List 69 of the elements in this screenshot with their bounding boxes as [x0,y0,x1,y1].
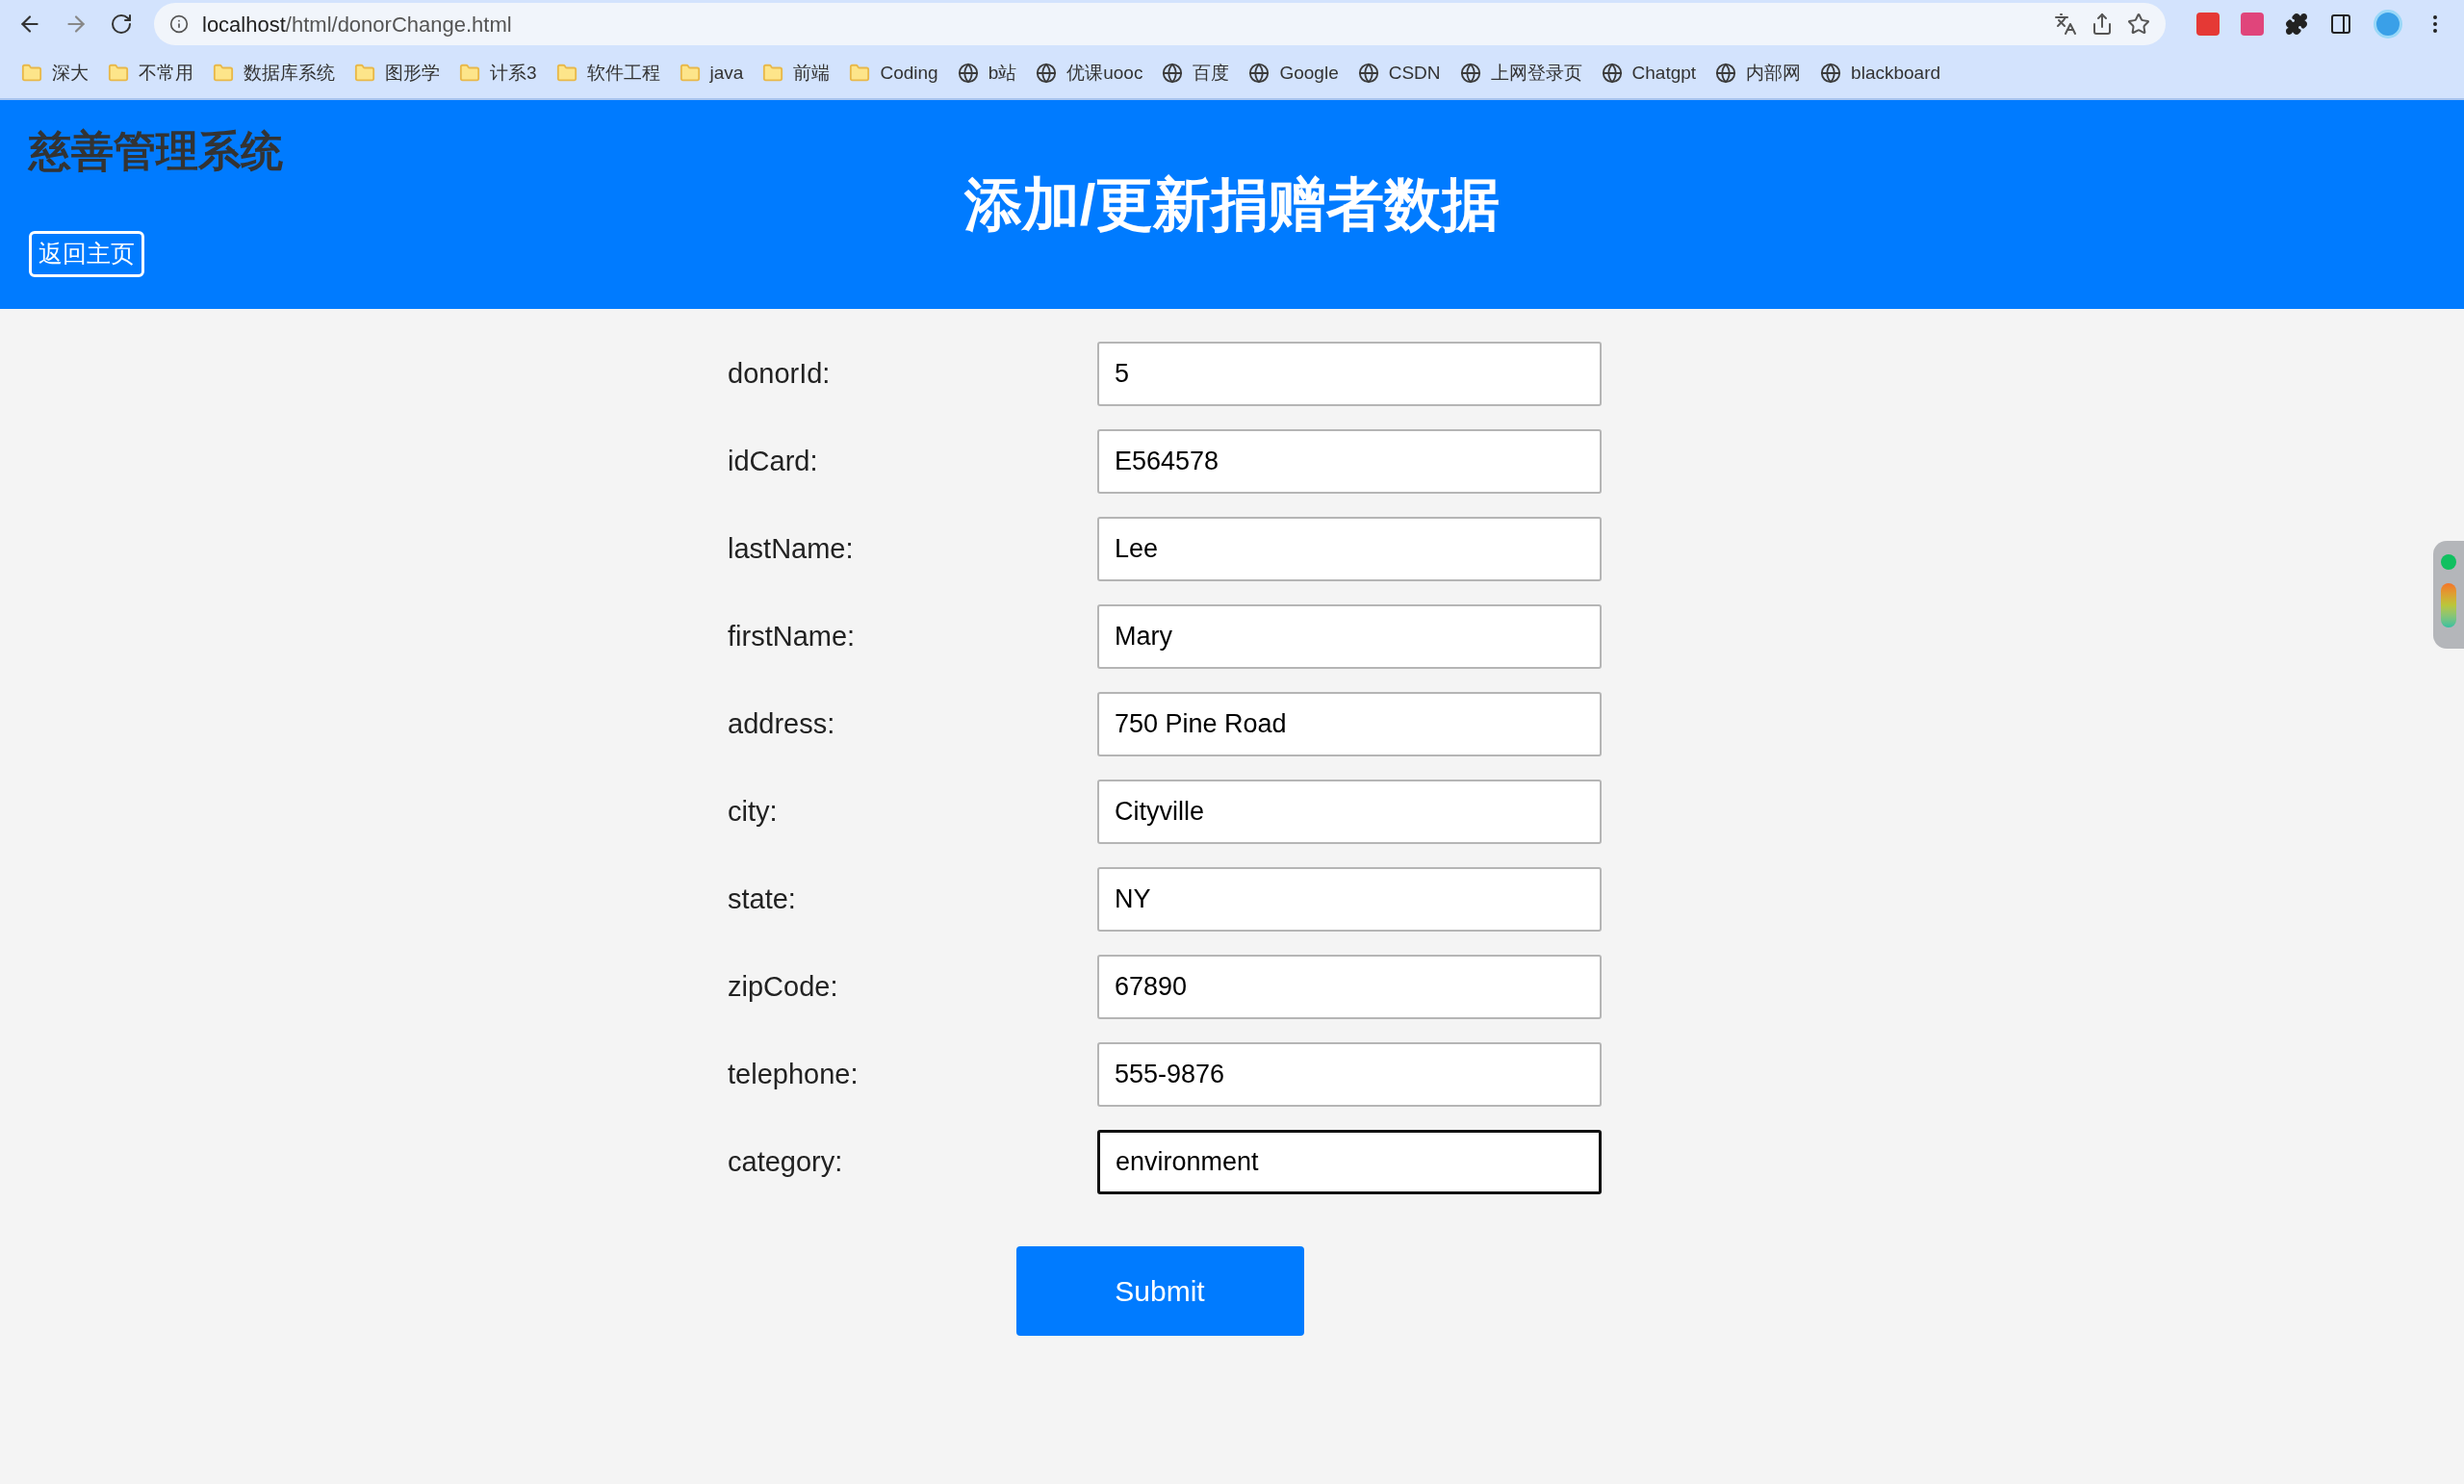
extensions-icon[interactable] [2285,13,2308,36]
bookmark-link[interactable]: 数据库系统 [244,59,335,88]
field-label: state: [728,882,797,916]
folder-icon [21,63,42,84]
site-icon [1036,63,1058,84]
text-input[interactable]: Mary [1097,604,1602,669]
bookmark-link[interactable]: blackboard [1851,59,1941,88]
bookmark-link[interactable]: Google [1279,59,1339,88]
site-icon [1162,63,1184,84]
text-input[interactable]: 67890 [1097,955,1602,1019]
folder-icon [108,63,129,84]
share-icon[interactable] [2091,13,2114,36]
folder-icon [213,63,234,84]
submit-button[interactable]: Submit [1015,1246,1304,1336]
folder-icon [762,63,784,84]
bookmark-link[interactable]: 百度 [1193,59,1230,88]
field-label: donorId: [728,356,832,391]
bookmark-link[interactable]: 计系3 [490,59,537,88]
address-bar[interactable]: localhost/html/donorChange.html [154,3,2166,45]
back-home-button[interactable]: 返回主页 [29,231,144,277]
folder-icon [849,63,871,84]
text-input[interactable]: 750 Pine Road [1097,692,1602,756]
bookmark-link[interactable]: Coding [880,59,938,88]
bookmark-link[interactable]: 图形学 [385,59,440,88]
site-icon [1248,63,1270,84]
info-icon[interactable] [169,14,189,34]
text-input[interactable]: NY [1097,867,1602,932]
bookmark-link[interactable]: b站 [988,59,1017,88]
text-input[interactable]: E564578 [1097,429,1602,494]
field-label: category: [728,1144,844,1179]
translate-icon[interactable] [2054,13,2077,36]
field-label: address: [728,706,836,741]
side-panel-icon[interactable] [2329,13,2352,36]
folder-icon [679,63,701,84]
site-icon [1357,63,1379,84]
field-label: city: [728,794,779,829]
star-icon[interactable] [2127,13,2150,36]
site-icon [1820,63,1842,84]
text-input[interactable]: Cityville [1097,780,1602,844]
field-label: zipCode: [728,969,839,1004]
bookmark-link[interactable]: 上网登录页 [1490,59,1582,88]
text-input[interactable]: environment [1097,1130,1602,1194]
brand-title: 慈善管理系统 [29,126,283,176]
site-icon [1601,63,1623,84]
bookmark-link[interactable]: Chatgpt [1631,59,1697,88]
text-input[interactable]: 5 [1097,342,1602,406]
folder-icon [354,63,375,84]
page-title: 添加/更新捐赠者数据 [963,170,1501,239]
bookmark-link[interactable]: 深大 [52,59,89,88]
field-label: lastName: [728,531,855,566]
bookmark-link[interactable]: 软件工程 [586,59,660,88]
field-label: telephone: [728,1057,860,1091]
url-text: localhost/html/donorChange.html [202,11,512,38]
text-input[interactable]: 555-9876 [1097,1042,1602,1107]
bookmark-link[interactable]: 内部网 [1746,59,1802,88]
bookmark-link[interactable]: java [709,59,744,88]
bookmark-link[interactable]: CSDN [1388,59,1441,88]
site-icon [1459,63,1481,84]
field-label: idCard: [728,444,819,478]
field-label: firstName: [728,619,857,653]
text-input[interactable]: Lee [1097,517,1602,581]
site-icon [957,63,979,84]
folder-icon [459,63,480,84]
folder-icon [555,63,578,84]
bookmark-link[interactable]: 前端 [793,59,831,88]
bookmark-link[interactable]: 优课uooc [1066,59,1143,88]
reload-icon[interactable] [110,13,133,36]
site-icon [1715,63,1737,84]
bookmark-link[interactable]: 不常用 [139,59,193,88]
